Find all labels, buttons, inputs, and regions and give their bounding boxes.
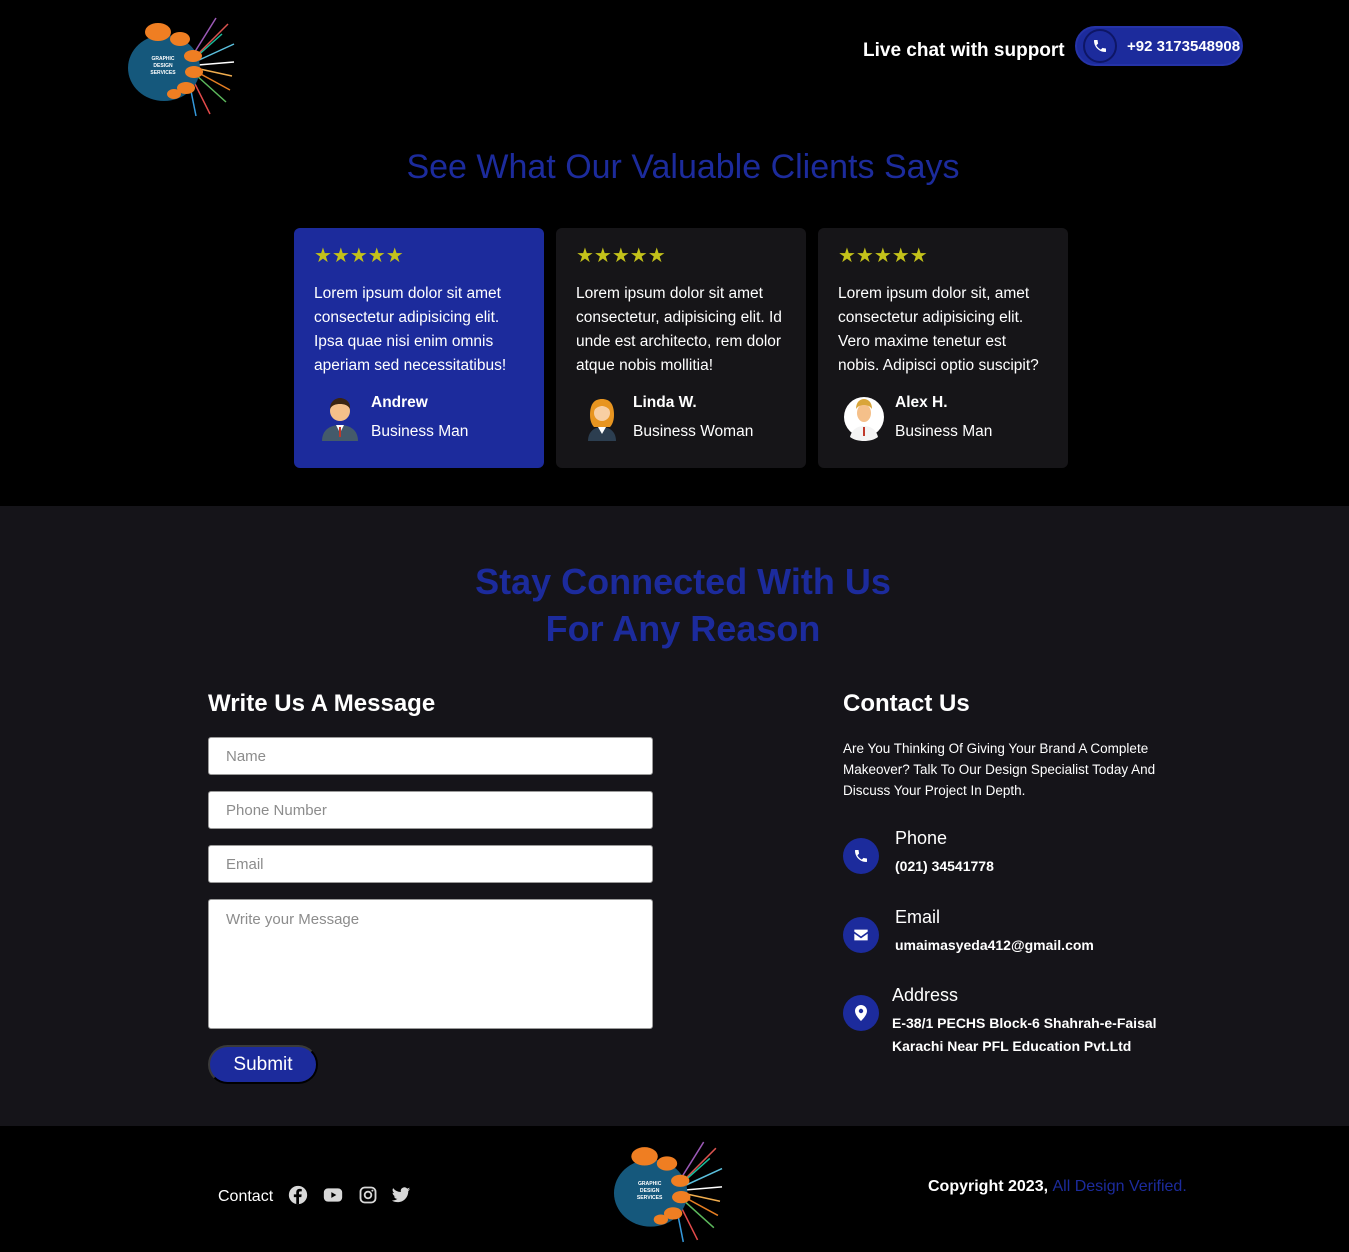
submit-button[interactable]: Submit (208, 1045, 318, 1084)
contact-phone: Phone (021) 34541778 (843, 828, 1183, 878)
testimonial-text: Lorem ipsum dolor sit amet consectetur, … (576, 285, 782, 374)
email-label: Email (895, 907, 941, 927)
rating-stars: ★★★★★ (838, 245, 928, 267)
svg-text:GRAPHIC: GRAPHIC (151, 56, 174, 62)
svg-text:DESIGN: DESIGN (640, 1188, 660, 1194)
logo-graphic: GRAPHIC DESIGN SERVICES (613, 1141, 723, 1243)
logo[interactable]: GRAPHIC DESIGN SERVICES (126, 14, 236, 118)
svg-text:SERVICES: SERVICES (637, 1195, 663, 1201)
logo-graphic: GRAPHIC DESIGN SERVICES (128, 17, 235, 117)
message-textarea[interactable] (208, 899, 653, 1029)
form-title: Write Us A Message (208, 690, 436, 717)
copyright-text: Copyright 2023, (928, 1178, 1049, 1195)
footer-logo[interactable]: GRAPHIC DESIGN SERVICES (586, 1138, 750, 1244)
contact-email: Email umaimasyeda412@gmail.com (843, 907, 1183, 957)
author-name: Linda W. (633, 394, 697, 411)
instagram-icon[interactable] (358, 1185, 378, 1205)
support-phone-button[interactable]: +92 3173548908 (1075, 26, 1243, 66)
support-phone-number: +92 3173548908 (1127, 37, 1241, 55)
email-input[interactable] (208, 845, 653, 883)
author-name: Andrew (371, 394, 428, 411)
author-name: Alex H. (895, 394, 948, 411)
live-chat-label: Live chat with support (863, 40, 1065, 61)
contact-address: Address E-38/1 PECHS Block-6 Shahrah-e-F… (843, 985, 1183, 1059)
footer-contact-label: Contact (218, 1188, 274, 1205)
phone-label: Phone (895, 828, 948, 848)
testimonial-text: Lorem ipsum dolor sit, amet consectetur … (838, 285, 1039, 374)
testimonial-card: ★★★★★ Lorem ipsum dolor sit, amet consec… (818, 228, 1068, 468)
phone-value: (021) 34541778 (895, 858, 994, 874)
rating-stars: ★★★★★ (314, 245, 404, 267)
contact-us-description: Are You Thinking Of Giving Your Brand A … (843, 741, 1156, 798)
author-role: Business Woman (633, 423, 754, 440)
svg-text:SERVICES: SERVICES (150, 70, 176, 76)
address-line1: E-38/1 PECHS Block-6 Shahrah-e-Faisal (892, 1015, 1157, 1031)
twitter-icon[interactable] (391, 1185, 411, 1205)
footer: Contact GRAPHIC DESIGN SERVICES Copyrigh… (0, 1126, 1349, 1252)
contact-section-title: Stay Connected With Us For Any Reason (0, 558, 1349, 652)
email-value[interactable]: umaimasyeda412@gmail.com (895, 934, 1094, 957)
contact-us-title: Contact Us (843, 690, 970, 717)
copyright: Copyright 2023, All Design Verified. (928, 1178, 1187, 1196)
name-input[interactable] (208, 737, 653, 775)
header: GRAPHIC DESIGN SERVICES Live chat with s… (0, 0, 1349, 120)
copyright-link[interactable]: All Design Verified. (1052, 1178, 1186, 1195)
phone-icon (843, 838, 879, 874)
phone-number-input[interactable] (208, 791, 653, 829)
facebook-icon[interactable] (288, 1185, 308, 1205)
testimonial-card: ★★★★★ Lorem ipsum dolor sit amet consect… (294, 228, 544, 468)
businessman-avatar-icon (322, 398, 358, 441)
testimonial-card: ★★★★★ Lorem ipsum dolor sit amet consect… (556, 228, 806, 468)
rating-stars: ★★★★★ (576, 245, 666, 267)
businesswoman-avatar-icon (588, 399, 616, 441)
author-role: Business Man (371, 423, 469, 440)
envelope-icon (843, 917, 879, 953)
address-label: Address (892, 985, 959, 1005)
address-line2: Karachi Near PFL Education Pvt.Ltd (892, 1038, 1132, 1054)
map-marker-icon (843, 995, 879, 1031)
contact-title-line1: Stay Connected With Us (475, 561, 891, 602)
youtube-icon[interactable] (323, 1185, 343, 1205)
testimonial-text: Lorem ipsum dolor sit amet consectetur a… (314, 285, 507, 374)
author-role: Business Man (895, 423, 993, 440)
businessman-avatar-icon (844, 397, 884, 441)
testimonials-title: See What Our Valuable Clients Says (406, 148, 960, 186)
phone-icon (1083, 29, 1117, 63)
testimonial-author: Andrew Business Man (314, 393, 534, 447)
contact-section: Stay Connected With Us For Any Reason Wr… (0, 506, 1349, 1126)
contact-title-line2: For Any Reason (545, 608, 821, 649)
svg-text:GRAPHIC: GRAPHIC (638, 1181, 662, 1187)
svg-text:DESIGN: DESIGN (153, 63, 173, 69)
testimonial-author: Alex H. Business Man (838, 393, 1058, 447)
testimonial-author: Linda W. Business Woman (576, 393, 796, 447)
